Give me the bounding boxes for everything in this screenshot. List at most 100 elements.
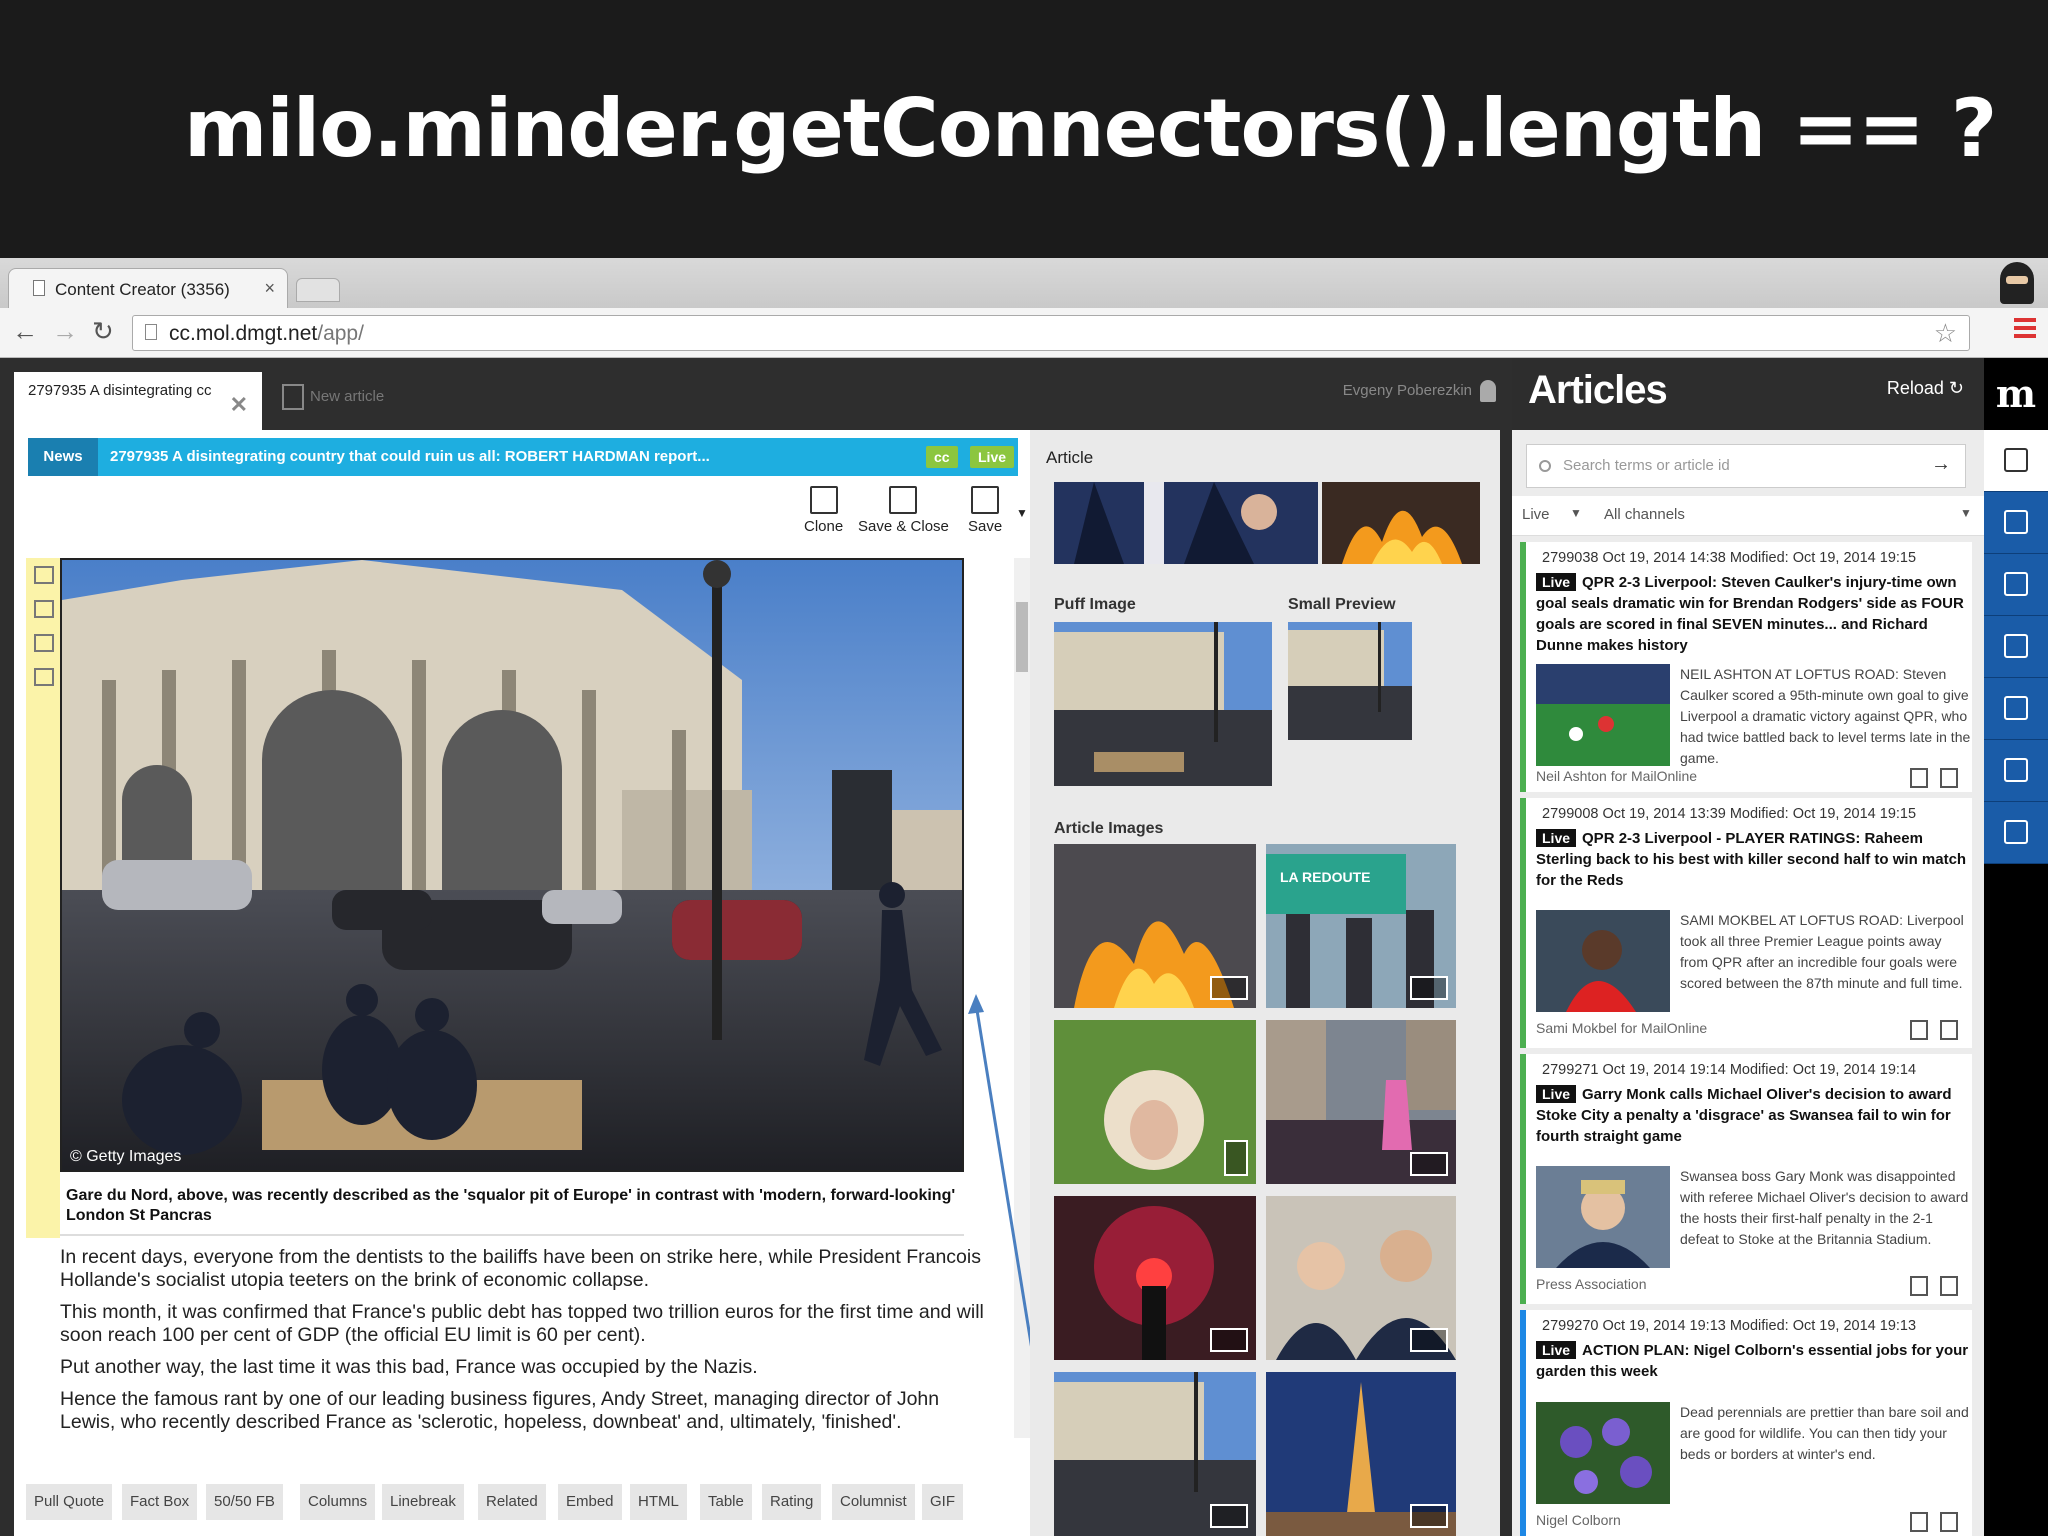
new-tab-button[interactable] [296,278,340,302]
browser-tab[interactable]: Content Creator (3356) × [8,268,288,308]
add-to-article-icon[interactable] [1910,1020,1928,1040]
article-list-item[interactable]: 2799270 Oct 19, 2014 19:13 Modified: Oct… [1520,1310,1972,1536]
small-preview-thumb[interactable] [1288,622,1412,740]
editor-tab-article[interactable]: 2797935 A disintegrating cc ✕ [14,372,262,430]
image-panel-heading: Article [1046,448,1094,467]
editor-scroll-thumb[interactable] [1016,602,1028,672]
columns-button[interactable]: Columns [300,1484,376,1520]
article-image-1[interactable] [1054,844,1256,1008]
reload-icon[interactable]: ↻ [92,316,114,347]
image-select-box[interactable] [1224,1140,1248,1176]
status-dropdown-icon[interactable]: ▼ [1570,506,1582,520]
save-options-chevron-icon[interactable]: ▼ [1016,506,1028,520]
save-close-button[interactable]: Save & Close [858,486,949,535]
article-image-2[interactable]: LA REDOUTE [1266,844,1456,1008]
user-menu[interactable]: Evgeny Poberezkin [1343,380,1496,402]
new-article-button[interactable]: New article [282,384,384,410]
article-meta: 2799271 Oct 19, 2014 19:14 Modified: Oct… [1542,1062,1917,1078]
open-article-icon[interactable] [1940,768,1958,788]
clone-button[interactable]: Clone [804,486,843,535]
table-button[interactable]: Table [700,1484,752,1520]
search-go-arrow-icon[interactable]: → [1931,453,1951,476]
rail-articles-button[interactable] [1984,430,2048,492]
channel-filter[interactable]: All channels [1604,506,1685,523]
html-button[interactable]: HTML [630,1484,687,1520]
station-small-photo [1288,622,1412,740]
image-select-box[interactable] [1410,1328,1448,1352]
fact-box-button[interactable]: Fact Box [122,1484,198,1520]
editor-tab-bar: 2797935 A disintegrating cc ✕ New articl… [0,358,1512,430]
image-select-box[interactable] [1410,1152,1448,1176]
article-main-image[interactable]: © Getty Images [60,558,964,1172]
back-icon[interactable]: ← [12,316,38,347]
rail-inbox-button[interactable] [1984,678,2048,740]
article-image-7[interactable] [1054,1372,1256,1536]
editor-scrollbar[interactable] [1014,558,1030,1438]
article-list-thumb [1536,1166,1670,1268]
rail-images-button[interactable] [1984,492,2048,554]
article-fire-thumb[interactable] [1322,482,1480,564]
status-filter[interactable]: Live [1522,506,1550,523]
linebreak-button[interactable]: Linebreak [382,1484,464,1520]
add-to-article-icon[interactable] [1910,1276,1928,1296]
cc-badge[interactable]: cc [926,446,958,468]
article-list-item[interactable]: 2799271 Oct 19, 2014 19:14 Modified: Oct… [1520,1054,1972,1304]
image-select-box[interactable] [1210,976,1248,1000]
article-image-5[interactable] [1054,1196,1256,1360]
add-to-article-icon[interactable] [1910,768,1928,788]
image-select-box[interactable] [1210,1504,1248,1528]
rail-video-button[interactable] [1984,554,2048,616]
image-select-box[interactable] [1210,1328,1248,1352]
channel-dropdown-icon[interactable]: ▼ [1960,506,1972,520]
browser-menu-icon[interactable] [2014,318,2036,338]
shop-sign-text: LA REDOUTE [1280,869,1370,885]
article-image-6[interactable] [1266,1196,1456,1360]
gif-button[interactable]: GIF [922,1484,963,1520]
related-button[interactable]: Related [478,1484,546,1520]
section-label[interactable]: News [28,438,98,476]
pull-quote-button[interactable]: Pull Quote [26,1484,113,1520]
embed-button[interactable]: Embed [558,1484,622,1520]
article-list-item[interactable]: 2799038 Oct 19, 2014 14:38 Modified: Oct… [1520,542,1972,792]
open-article-icon[interactable] [1940,1276,1958,1296]
article-body[interactable]: In recent days, everyone from the dentis… [60,1246,990,1443]
paragraph[interactable]: This month, it was confirmed that France… [60,1301,990,1347]
rail-export-button[interactable] [1984,802,2048,864]
rail-modules-button[interactable] [1984,616,2048,678]
article-image-4[interactable] [1266,1020,1456,1184]
articles-search-input[interactable]: Search terms or article id → [1526,444,1966,488]
live-badge[interactable]: Live [970,446,1015,468]
rating-button[interactable]: Rating [762,1484,822,1520]
drag-handle-icon[interactable] [34,566,54,584]
crop-icon[interactable] [34,668,54,686]
paragraph[interactable]: Hence the famous rant by one of our lead… [60,1388,990,1434]
article-image-3[interactable] [1054,1020,1256,1184]
open-article-icon[interactable] [1940,1512,1958,1532]
add-to-article-icon[interactable] [1910,1512,1928,1532]
columnist-button[interactable]: Columnist [832,1484,915,1520]
article-images-label: Article Images [1054,820,1164,837]
image-select-box[interactable] [1410,976,1448,1000]
rail-clipboard-button[interactable] [1984,740,2048,802]
article-list-item[interactable]: 2799008 Oct 19, 2014 13:39 Modified: Oct… [1520,798,1972,1048]
paragraph[interactable]: Put another way, the last time it was th… [60,1356,990,1379]
close-tab-icon[interactable]: × [264,278,275,299]
puff-image-thumb[interactable] [1054,622,1272,786]
close-editor-tab-icon[interactable]: ✕ [230,392,248,418]
article-hero-thumb[interactable] [1054,482,1318,564]
trash-icon[interactable] [34,600,54,618]
open-article-icon[interactable] [1940,1020,1958,1040]
image-caption[interactable]: Gare du Nord, above, was recently descri… [66,1186,966,1226]
save-button[interactable]: Save [968,486,1002,535]
address-bar[interactable]: cc.mol.dmgt.net/app/ ☆ [132,315,1970,351]
forward-icon[interactable]: → [52,316,78,347]
article-image-8[interactable] [1266,1372,1456,1536]
paragraph[interactable]: In recent days, everyone from the dentis… [60,1246,990,1292]
bookmark-star-icon[interactable]: ☆ [1934,318,1957,349]
reload-button[interactable]: Reload ↻ [1887,378,1964,399]
profile-avatar-icon[interactable] [2000,262,2034,304]
image-select-box[interactable] [1410,1504,1448,1528]
edit-image-icon[interactable] [34,634,54,652]
fifty-fifty-fb-button[interactable]: 50/50 FB [206,1484,283,1520]
articles-header: Articles Reload ↻ [1512,358,1984,430]
